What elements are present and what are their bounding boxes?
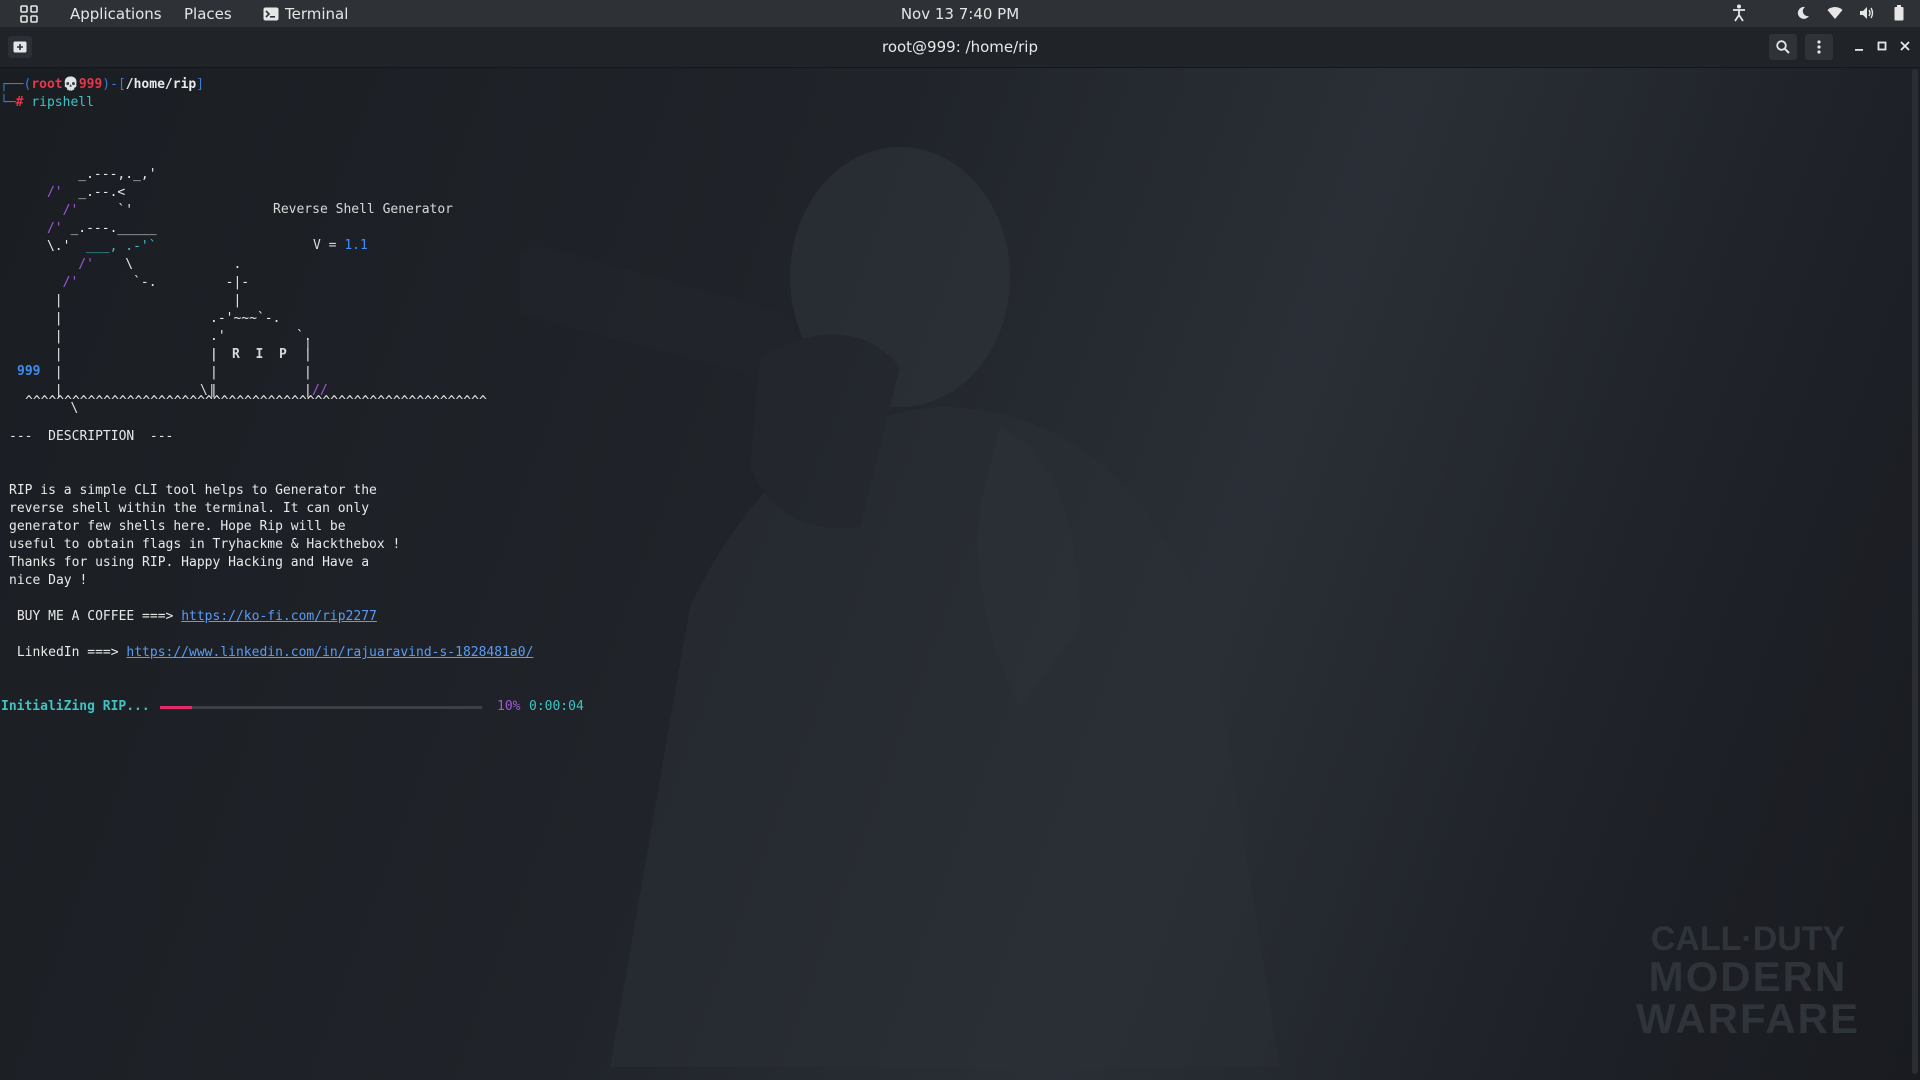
- night-light-icon[interactable]: [1794, 3, 1812, 23]
- progress-bar: [160, 706, 482, 709]
- prompt-hash: #: [15, 95, 24, 110]
- terminal-window: CALL·DUTY MODERN WARFARE root@999: /home…: [0, 27, 1920, 1080]
- linkedin-label: LinkedIn ===>: [9, 645, 127, 660]
- wifi-icon[interactable]: [1826, 3, 1844, 23]
- minimize-icon: [1855, 49, 1863, 51]
- window-titlebar[interactable]: root@999: /home/rip: [0, 27, 1920, 68]
- prompt-user: root: [31, 77, 63, 92]
- description-heading: --- DESCRIPTION ---: [9, 429, 174, 444]
- prompt-open: ┌──(: [0, 77, 32, 92]
- terminal-menu[interactable]: Terminal: [263, 5, 348, 23]
- command-line: └─# ripshell: [0, 94, 94, 112]
- maximize-button[interactable]: [1874, 38, 1890, 54]
- banner-ground: ^^^^^^^^^^^^^^^^^^^^^^^^^^^^^^^^^^^^^^^^…: [25, 394, 487, 409]
- linkedin-link[interactable]: https://www.linkedin.com/in/rajuaravind-…: [126, 645, 533, 660]
- search-icon: [1776, 40, 1790, 54]
- progress-bar-fill: [160, 706, 193, 709]
- terminal-menu-label: Terminal: [285, 5, 349, 23]
- prompt-host: 999: [78, 77, 103, 92]
- prompt-corner: └─: [0, 95, 16, 110]
- progress-percent: 10%: [497, 699, 521, 714]
- terminal-scrollbar[interactable]: [1912, 69, 1918, 1074]
- terminal-icon: [263, 7, 279, 21]
- version-number: 1.1: [344, 238, 368, 253]
- system-tray[interactable]: [1730, 3, 1908, 23]
- close-icon: [1900, 41, 1910, 51]
- app-grid-icon[interactable]: [20, 5, 38, 23]
- coffee-link[interactable]: https://ko-fi.com/rip2277: [181, 609, 377, 624]
- version-label: V =: [313, 238, 345, 253]
- coffee-row: BUY ME A COFFEE ===> https://ko-fi.com/r…: [9, 608, 377, 626]
- description-line: Thanks for using RIP. Happy Hacking and …: [9, 555, 370, 570]
- places-menu[interactable]: Places: [184, 5, 232, 23]
- progress-elapsed: 0:00:04: [529, 699, 584, 714]
- menu-button[interactable]: [1805, 34, 1833, 60]
- description-line: reverse shell within the terminal. It ca…: [9, 501, 370, 516]
- skull-icon: 💀: [62, 77, 79, 92]
- accessibility-icon[interactable]: [1730, 3, 1748, 23]
- prompt-mid: )-[: [102, 77, 126, 92]
- battery-icon[interactable]: [1890, 3, 1908, 23]
- description-line: RIP is a simple CLI tool helps to Genera…: [9, 483, 377, 498]
- command-text: ripshell: [31, 95, 94, 110]
- applications-menu[interactable]: Applications: [70, 5, 162, 23]
- banner-title: Reverse Shell Generator: [273, 202, 454, 217]
- close-button[interactable]: [1897, 38, 1913, 54]
- description-line: generator few shells here. Hope Rip will…: [9, 519, 346, 534]
- prompt-close: ]: [196, 77, 205, 92]
- description-line: nice Day !: [9, 573, 88, 588]
- prompt-path: /home/rip: [125, 77, 197, 92]
- tombstone-rip-text: R I P: [232, 347, 287, 362]
- coffee-label: BUY ME A COFFEE ===>: [9, 609, 182, 624]
- tombstone-right-top: |: [304, 338, 312, 353]
- terminal-output[interactable]: ┌──(root💀999)-[/home/rip] └─# ripshell _…: [0, 68, 1910, 1078]
- maximize-icon: [1877, 41, 1887, 51]
- top-bar: Applications Places Terminal Nov 13 7:40…: [0, 0, 1920, 27]
- clock[interactable]: Nov 13 7:40 PM: [901, 5, 1019, 23]
- banner-tag: 999: [17, 364, 41, 379]
- volume-icon[interactable]: [1858, 3, 1876, 23]
- progress-label: InitialiZing RIP...: [1, 699, 150, 714]
- minimize-button[interactable]: [1851, 38, 1867, 54]
- prompt-line: ┌──(root💀999)-[/home/rip]: [0, 76, 204, 94]
- linkedin-row: LinkedIn ===> https://www.linkedin.com/i…: [9, 644, 534, 662]
- description-line: useful to obtain flags in Tryhackme & Ha…: [9, 537, 401, 552]
- window-title: root@999: /home/rip: [881, 38, 1038, 56]
- kebab-menu-icon: [1817, 40, 1821, 54]
- search-button[interactable]: [1769, 34, 1797, 60]
- banner-version: V = 1.1: [313, 237, 368, 255]
